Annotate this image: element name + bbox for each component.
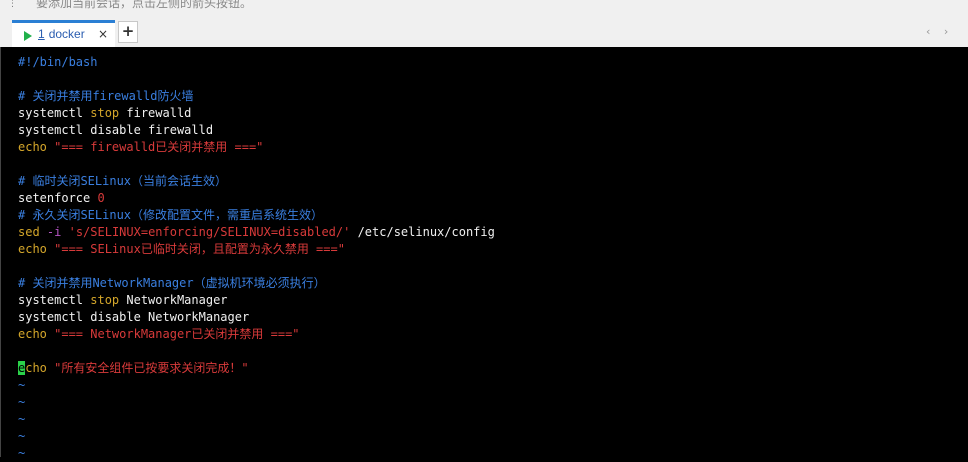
keyword-text: echo xyxy=(18,140,47,154)
info-bar: ⋮ 要添加当前会话，点击左侧的箭头按钮。 xyxy=(0,0,968,12)
empty-line-marker: ~ xyxy=(18,429,26,443)
empty-line-marker: ~ xyxy=(18,446,26,460)
tab-docker[interactable]: 1 docker × xyxy=(12,20,115,49)
new-tab-button[interactable]: + xyxy=(118,21,138,43)
command-text: systemctl disable firewalld xyxy=(18,123,214,137)
string-text: "所有安全组件已按要求关闭完成！" xyxy=(46,361,249,375)
line-echo: echo "=== firewalld已关闭并禁用 ===" xyxy=(18,139,263,156)
running-indicator-icon xyxy=(24,31,32,41)
drag-handle-icon[interactable]: ⋮ xyxy=(8,0,17,10)
string-text: 's/SELINUX=enforcing/SELINUX=disabled/' xyxy=(68,225,351,239)
command-text: setenforce xyxy=(18,191,98,205)
tab-scroll-arrows-icon[interactable]: ‹ › xyxy=(926,25,953,38)
comment-text: # 临时关闭SELinux（当前会话生效） xyxy=(18,174,228,188)
close-icon[interactable]: × xyxy=(98,27,108,41)
keyword-text: stop xyxy=(90,106,120,120)
session-hint-text: 要添加当前会话，点击左侧的箭头按钮。 xyxy=(36,0,253,10)
string-text: "=== SELinux已临时关闭，且配置为永久禁用 ===" xyxy=(46,242,345,256)
keyword-text: cho xyxy=(25,361,47,375)
line-command: systemctl stop NetworkManager xyxy=(18,292,228,309)
argument-text: firewalld xyxy=(119,106,192,120)
string-text: "=== NetworkManager已关闭并禁用 ===" xyxy=(46,327,300,341)
line-echo: echo "=== SELinux已临时关闭，且配置为永久禁用 ===" xyxy=(18,241,345,258)
line-command: systemctl disable NetworkManager xyxy=(18,309,249,326)
line-comment: # 永久关闭SELinux（修改配置文件，需重启系统生效） xyxy=(18,207,323,224)
number-text: 0 xyxy=(97,191,105,205)
comment-text: # 永久关闭SELinux（修改配置文件，需重启系统生效） xyxy=(18,208,324,222)
command-text: systemctl xyxy=(18,106,91,120)
tab-title: 1 docker xyxy=(38,27,85,41)
line-comment: # 临时关闭SELinux（当前会话生效） xyxy=(18,173,227,190)
keyword-text: stop xyxy=(90,293,120,307)
argument-text: NetworkManager xyxy=(119,293,228,307)
empty-line-marker: ~ xyxy=(18,395,26,409)
empty-line-marker: ~ xyxy=(18,412,26,426)
line-command: setenforce 0 xyxy=(18,190,105,207)
argument-text: /etc/selinux/config xyxy=(350,225,495,239)
keyword-text: echo xyxy=(18,242,47,256)
empty-line-marker: ~ xyxy=(18,378,26,392)
tab-number: 1 xyxy=(38,27,45,41)
string-text: "=== firewalld已关闭并禁用 ===" xyxy=(46,140,264,154)
line-command: systemctl stop firewalld xyxy=(18,105,191,122)
terminal-pane[interactable]: #!/bin/bash # 关闭并禁用firewalld防火墙 systemct… xyxy=(0,47,968,460)
line-comment: # 关闭并禁用NetworkManager（虚拟机环境必须执行） xyxy=(18,275,326,292)
line-shebang: #!/bin/bash xyxy=(18,54,97,71)
line-comment: # 关闭并禁用firewalld防火墙 xyxy=(18,88,193,105)
line-echo: echo "=== NetworkManager已关闭并禁用 ===" xyxy=(18,326,300,343)
command-text: systemctl disable NetworkManager xyxy=(18,310,250,324)
shebang-text: #!/bin/bash xyxy=(18,55,98,69)
keyword-text: echo xyxy=(18,327,47,341)
line-command: systemctl disable firewalld xyxy=(18,122,213,139)
comment-text: # 关闭并禁用firewalld防火墙 xyxy=(18,89,194,103)
line-echo: echo "所有安全组件已按要求关闭完成！" xyxy=(18,360,249,377)
flag-text: -i xyxy=(39,225,69,239)
tab-name: docker xyxy=(48,27,85,41)
line-command: sed -i 's/SELINUX=enforcing/SELINUX=disa… xyxy=(18,224,495,241)
tab-bar: 1 docker × + ‹ › xyxy=(0,12,968,49)
comment-text: # 关闭并禁用NetworkManager（虚拟机环境必须执行） xyxy=(18,276,326,290)
command-text: systemctl xyxy=(18,293,91,307)
keyword-text: sed xyxy=(18,225,40,239)
